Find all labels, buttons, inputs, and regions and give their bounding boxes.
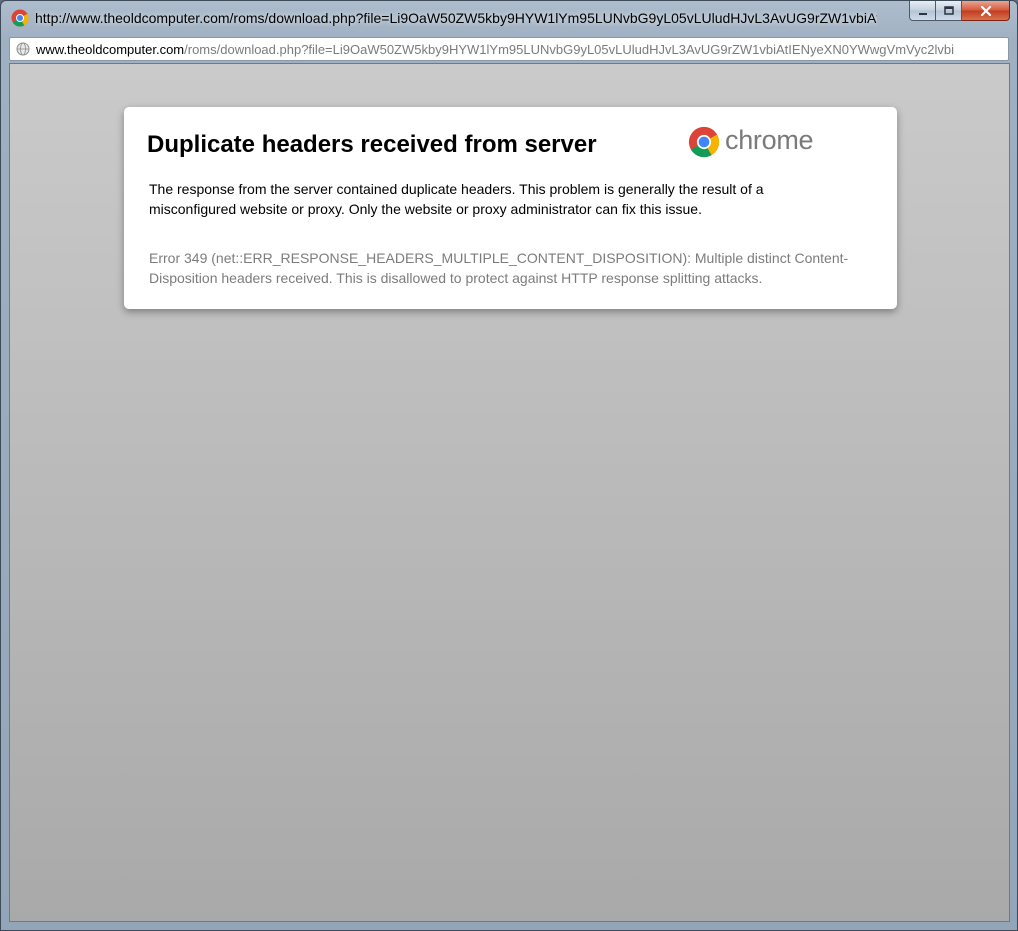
error-title: Duplicate headers received from server <box>147 131 597 158</box>
chrome-wordmark: chrome <box>725 125 814 155</box>
address-bar[interactable]: www.theoldcomputer.com/roms/download.php… <box>9 37 1009 61</box>
page-content: Duplicate headers received from server c… <box>9 63 1010 922</box>
window-title: http://www.theoldcomputer.com/roms/downl… <box>35 10 877 26</box>
close-button[interactable] <box>962 1 1010 21</box>
error-code-details: Error 349 (net::ERR_RESPONSE_HEADERS_MUL… <box>149 250 849 286</box>
browser-window: http://www.theoldcomputer.com/roms/downl… <box>0 0 1018 931</box>
url-path: /roms/download.php?file=Li9OaW50ZW5kby9H… <box>184 42 954 57</box>
globe-icon <box>16 42 30 56</box>
chrome-icon <box>11 9 29 27</box>
minimize-icon <box>918 12 927 15</box>
window-controls <box>909 1 1010 23</box>
title-bar[interactable]: http://www.theoldcomputer.com/roms/downl… <box>1 1 1017 35</box>
url-text[interactable]: www.theoldcomputer.com/roms/download.php… <box>36 42 1002 57</box>
minimize-button[interactable] <box>909 1 936 21</box>
maximize-button[interactable] <box>936 1 962 21</box>
error-description: The response from the server contained d… <box>149 181 764 217</box>
close-icon <box>980 5 991 16</box>
url-host: www.theoldcomputer.com <box>36 42 185 57</box>
error-panel: Duplicate headers received from server c… <box>124 107 897 309</box>
maximize-icon <box>943 5 954 15</box>
chrome-logo-icon <box>688 126 720 158</box>
